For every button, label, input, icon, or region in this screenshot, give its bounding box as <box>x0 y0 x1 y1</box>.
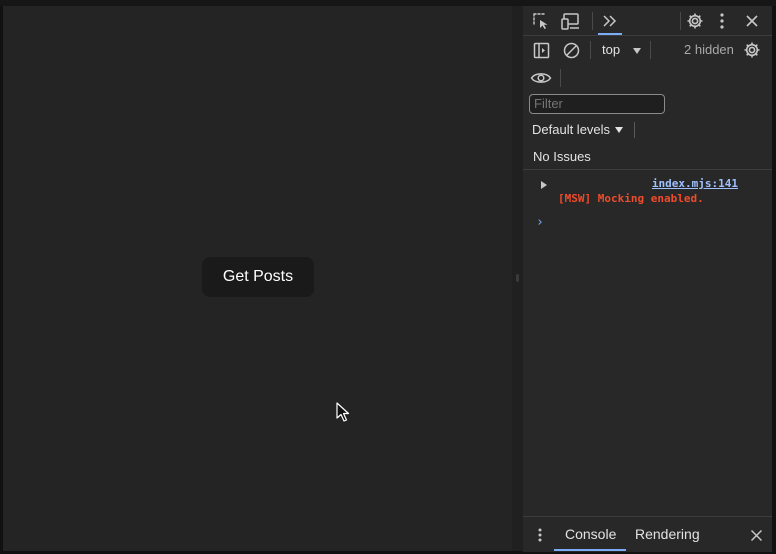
device-toggle-icon[interactable] <box>560 11 582 31</box>
log-message: [MSW] Mocking enabled. <box>558 192 704 205</box>
issues-label: No Issues <box>533 149 591 164</box>
gear-icon[interactable] <box>684 10 706 32</box>
toolbar-separator <box>590 41 591 59</box>
close-drawer-icon[interactable] <box>748 527 764 543</box>
expand-arrow-icon[interactable] <box>541 181 547 189</box>
chevron-down-icon <box>632 47 641 54</box>
console-prompt[interactable]: › <box>536 215 544 230</box>
sidebar-toggle-icon[interactable] <box>532 41 550 59</box>
active-drawer-tab-indicator <box>554 549 626 551</box>
issues-bar[interactable]: No Issues <box>523 145 772 170</box>
live-expression-toolbar <box>523 64 772 92</box>
filter-input[interactable] <box>529 94 665 114</box>
source-link[interactable]: index.mjs:141 <box>652 177 738 190</box>
context-selector[interactable]: top <box>602 42 641 57</box>
chevron-double-right-icon[interactable] <box>598 10 622 32</box>
console-log-entry: index.mjs:141 [MSW] Mocking enabled. <box>523 174 772 210</box>
context-value: top <box>602 42 621 57</box>
devtools-drawer: Console Rendering <box>523 516 772 552</box>
chevron-down-icon <box>615 126 624 133</box>
toolbar-separator <box>680 12 681 30</box>
devtools-panel: top 2 hidden Default levels No Issues <box>523 6 772 552</box>
log-levels-label: Default levels <box>532 122 611 137</box>
devtools-main-toolbar <box>523 6 772 36</box>
tab-rendering[interactable]: Rendering <box>635 526 700 542</box>
window-right-edge <box>772 6 776 551</box>
toolbar-separator <box>650 41 651 59</box>
kebab-menu-icon[interactable] <box>717 10 727 32</box>
eye-icon[interactable] <box>529 69 553 87</box>
mouse-cursor-icon <box>336 402 350 422</box>
log-levels-dropdown[interactable]: Default levels <box>532 122 624 137</box>
get-posts-button[interactable]: Get Posts <box>202 257 314 297</box>
console-settings-gear-icon[interactable] <box>742 40 762 60</box>
active-tab-indicator <box>598 33 622 35</box>
toolbar-separator <box>634 122 635 138</box>
splitter-handle[interactable] <box>516 274 519 282</box>
close-icon[interactable] <box>742 11 762 31</box>
hidden-count[interactable]: 2 hidden <box>684 42 734 57</box>
inspect-element-icon[interactable] <box>531 11 551 31</box>
kebab-menu-icon[interactable] <box>536 526 544 544</box>
tab-console[interactable]: Console <box>565 526 616 542</box>
console-toolbar: top 2 hidden <box>523 36 772 64</box>
toolbar-separator <box>560 69 561 87</box>
clear-console-icon[interactable] <box>562 41 580 59</box>
page-viewport: Get Posts <box>3 6 512 551</box>
panel-splitter[interactable] <box>512 6 523 551</box>
toolbar-separator <box>592 12 593 30</box>
